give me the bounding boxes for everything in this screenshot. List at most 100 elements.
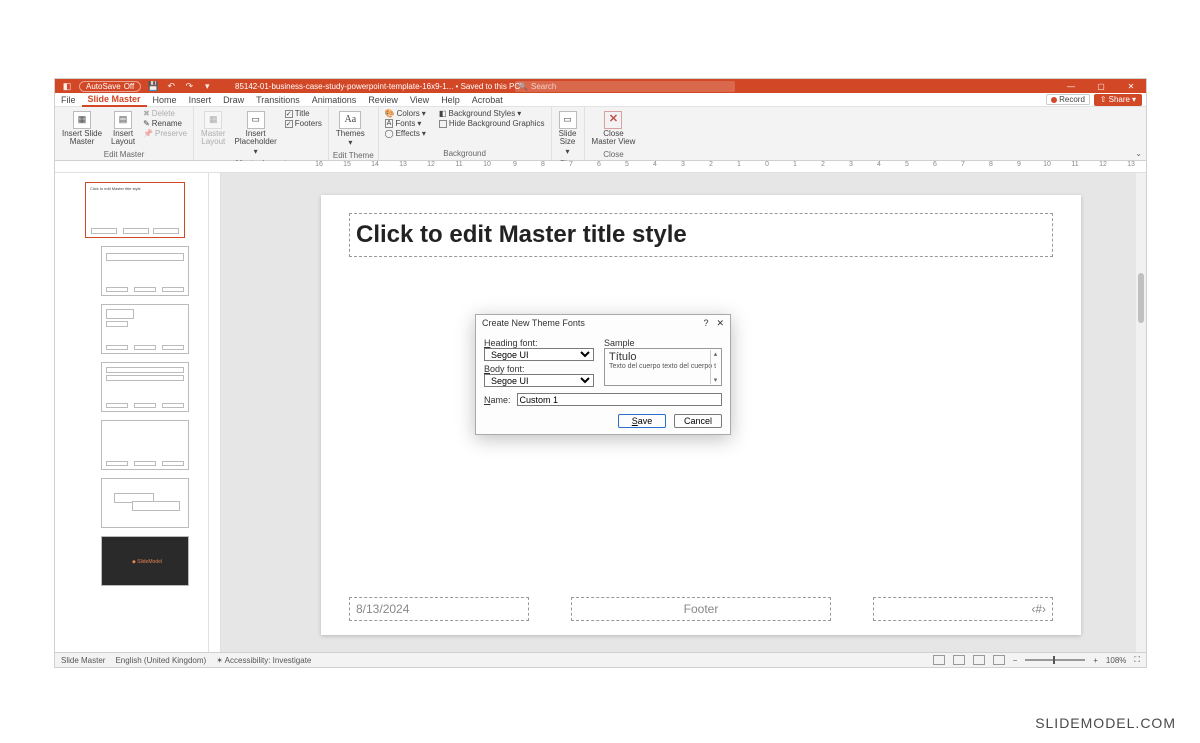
master-layout-icon: ▦ (204, 111, 222, 129)
dialog-help-button[interactable]: ? (703, 318, 708, 329)
background-styles-button[interactable]: ◧Background Styles ▾ (437, 109, 547, 118)
zoom-slider[interactable] (1025, 659, 1085, 661)
effects-icon: ◯ (385, 129, 394, 138)
search-placeholder: Search (531, 82, 556, 91)
insert-placeholder-button[interactable]: ▭Insert Placeholder▾ (232, 109, 280, 158)
layout-icon: ▤ (114, 111, 132, 129)
name-label: Name: (484, 395, 511, 405)
slideshow-view-icon[interactable] (993, 655, 1005, 665)
effects-button[interactable]: ◯Effects ▾ (383, 129, 428, 138)
tab-animations[interactable]: Animations (306, 93, 363, 107)
title-bar: ◧ AutoSave Off 💾 ↶ ↷ ▾ 85142-01-business… (55, 79, 1146, 93)
redo-icon[interactable]: ↷ (183, 80, 195, 92)
tab-home[interactable]: Home (147, 93, 183, 107)
save-button[interactable]: Save (618, 414, 666, 428)
rename-button[interactable]: ✎Rename (141, 119, 189, 128)
autosave-toggle[interactable]: AutoSave Off (79, 81, 141, 92)
record-button[interactable]: Record (1046, 94, 1090, 105)
status-accessibility[interactable]: ✶ Accessibility: Investigate (216, 656, 311, 665)
heading-font-select[interactable]: Segoe UI (484, 348, 594, 361)
save-icon[interactable]: 💾 (147, 80, 159, 92)
colors-button[interactable]: 🎨Colors ▾ (383, 109, 428, 118)
status-view[interactable]: Slide Master (61, 656, 105, 665)
theme-name-input[interactable] (517, 393, 722, 406)
tab-view[interactable]: View (404, 93, 435, 107)
close-master-view-button[interactable]: ✕Close Master View (589, 109, 639, 149)
tab-file[interactable]: File (55, 93, 82, 107)
status-bar: Slide Master English (United Kingdom) ✶ … (55, 652, 1146, 667)
zoom-in-button[interactable]: + (1093, 656, 1098, 665)
themes-button[interactable]: AaThemes▾ (333, 109, 368, 150)
footers-checkbox[interactable]: Footers (283, 119, 324, 128)
hide-background-checkbox[interactable]: Hide Background Graphics (437, 119, 547, 128)
powerpoint-window: ◧ AutoSave Off 💾 ↶ ↷ ▾ 85142-01-business… (54, 78, 1147, 668)
qat-dropdown-icon[interactable]: ▾ (201, 80, 213, 92)
document-title[interactable]: 85142-01-business-case-study-powerpoint-… (235, 82, 520, 91)
status-language[interactable]: English (United Kingdom) (115, 656, 206, 665)
share-button[interactable]: ⇧Share▾ (1094, 94, 1142, 106)
master-title-placeholder[interactable]: Click to edit Master title style (349, 213, 1053, 257)
undo-icon[interactable]: ↶ (165, 80, 177, 92)
tab-slide-master[interactable]: Slide Master (82, 93, 147, 107)
sample-body: Texto del cuerpo texto del cuerpo t (609, 363, 717, 370)
body-font-select[interactable]: Segoe UI (484, 374, 594, 387)
search-box[interactable]: 🔍 Search (515, 81, 735, 92)
close-window-button[interactable]: ✕ (1116, 79, 1146, 93)
sample-preview: Título Texto del cuerpo texto del cuerpo… (604, 348, 722, 386)
layout-thumbnail[interactable] (101, 304, 189, 354)
dialog-title-bar[interactable]: Create New Theme Fonts ? ✕ (476, 315, 730, 331)
dialog-close-button[interactable]: ✕ (716, 318, 724, 329)
placeholder-icon: ▭ (247, 111, 265, 129)
slide-thumbnails-panel[interactable]: Click to edit Master title style (55, 173, 209, 652)
delete-icon: ✖ (143, 109, 150, 118)
insert-slide-master-button[interactable]: ▦Insert Slide Master (59, 109, 105, 149)
fit-to-window-icon[interactable]: ⛶ (1134, 655, 1140, 665)
zoom-level[interactable]: 108% (1106, 656, 1126, 665)
group-label: Edit Theme (333, 150, 374, 160)
sample-scroll-up[interactable]: ▴ (714, 350, 718, 358)
sorter-view-icon[interactable] (953, 655, 965, 665)
group-size: ▭Slide Size▾ Size (552, 107, 585, 160)
zoom-out-button[interactable]: − (1013, 656, 1018, 665)
date-placeholder[interactable]: 8/13/2024 (349, 597, 529, 621)
rename-icon: ✎ (143, 119, 150, 128)
normal-view-icon[interactable] (933, 655, 945, 665)
layout-thumbnail[interactable] (101, 246, 189, 296)
themes-icon: Aa (339, 111, 361, 129)
tab-transitions[interactable]: Transitions (250, 93, 306, 107)
sample-scroll-down[interactable]: ▾ (714, 376, 718, 384)
group-edit-master: ▦Insert Slide Master ▤Insert Layout ✖Del… (55, 107, 194, 160)
maximize-button[interactable]: ▢ (1086, 79, 1116, 93)
cancel-button[interactable]: Cancel (674, 414, 722, 428)
tab-insert[interactable]: Insert (183, 93, 218, 107)
layout-thumbnail[interactable] (101, 478, 189, 528)
preserve-button: 📌Preserve (141, 129, 189, 138)
layout-thumbnail[interactable] (101, 420, 189, 470)
footer-placeholder[interactable]: Footer (571, 597, 831, 621)
insert-layout-button[interactable]: ▤Insert Layout (108, 109, 138, 149)
title-checkbox[interactable]: Title (283, 109, 324, 118)
layout-thumbnail[interactable]: ◆ SlideModel (101, 536, 189, 586)
tab-acrobat[interactable]: Acrobat (466, 93, 509, 107)
minimize-button[interactable]: ― (1056, 79, 1086, 93)
master-thumbnail[interactable]: Click to edit Master title style (85, 182, 185, 238)
group-label: Edit Master (59, 149, 189, 159)
slide-number-placeholder[interactable]: ‹#› (873, 597, 1053, 621)
group-label: Background (383, 148, 547, 158)
preserve-icon: 📌 (143, 129, 153, 138)
reading-view-icon[interactable] (973, 655, 985, 665)
bg-styles-icon: ◧ (439, 109, 447, 118)
layout-thumbnail[interactable] (101, 362, 189, 412)
fonts-button[interactable]: AFonts ▾ (383, 119, 428, 128)
tab-help[interactable]: Help (435, 93, 466, 107)
slide-size-button[interactable]: ▭Slide Size▾ (556, 109, 580, 158)
search-icon: 🔍 (518, 82, 528, 91)
tab-draw[interactable]: Draw (217, 93, 250, 107)
collapse-ribbon-icon[interactable]: ⌄ (1135, 149, 1142, 158)
app-icon: ◧ (61, 80, 73, 92)
close-icon: ✕ (604, 111, 622, 129)
vertical-scrollbar[interactable] (1136, 173, 1146, 652)
fonts-icon: A (385, 119, 394, 128)
tab-review[interactable]: Review (362, 93, 404, 107)
colors-icon: 🎨 (385, 109, 395, 118)
